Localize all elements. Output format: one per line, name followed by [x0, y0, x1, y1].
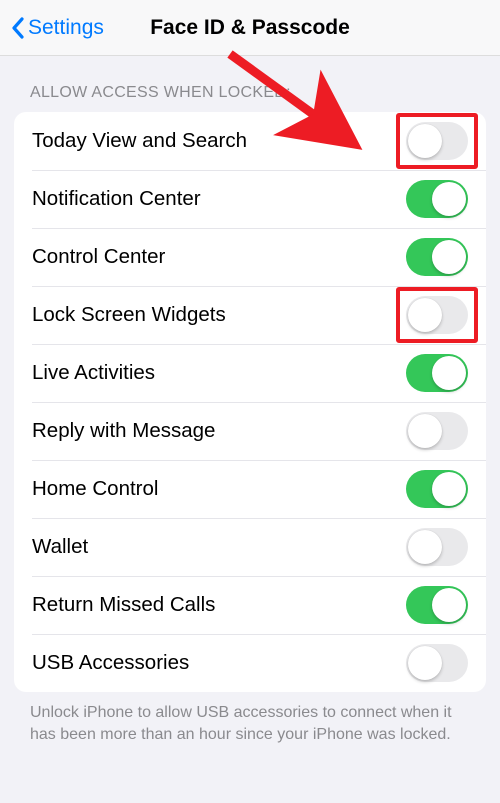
toggle-knob — [432, 182, 466, 216]
chevron-left-icon — [10, 16, 26, 40]
settings-row: Control Center — [14, 228, 486, 286]
section-header-allow-access: ALLOW ACCESS WHEN LOCKED: — [0, 78, 500, 112]
toggle-switch[interactable] — [406, 122, 468, 160]
toggle-knob — [408, 124, 442, 158]
toggle-switch[interactable] — [406, 296, 468, 334]
toggle-switch[interactable] — [406, 470, 468, 508]
row-label: Lock Screen Widgets — [32, 303, 226, 327]
row-label: USB Accessories — [32, 651, 189, 675]
toggle-switch[interactable] — [406, 354, 468, 392]
settings-row: Today View and Search — [14, 112, 486, 170]
toggle-knob — [408, 530, 442, 564]
page-title: Face ID & Passcode — [150, 16, 350, 40]
row-label: Notification Center — [32, 187, 201, 211]
toggle-switch[interactable] — [406, 412, 468, 450]
toggle-switch[interactable] — [406, 238, 468, 276]
back-button[interactable]: Settings — [0, 16, 104, 40]
settings-row: Live Activities — [14, 344, 486, 402]
toggle-switch[interactable] — [406, 180, 468, 218]
settings-row: Notification Center — [14, 170, 486, 228]
row-label: Home Control — [32, 477, 158, 501]
section-footer-usb: Unlock iPhone to allow USB accessories t… — [0, 692, 500, 745]
row-label: Return Missed Calls — [32, 593, 215, 617]
row-label: Live Activities — [32, 361, 155, 385]
toggle-switch[interactable] — [406, 644, 468, 682]
toggle-knob — [432, 472, 466, 506]
row-label: Today View and Search — [32, 129, 247, 153]
row-label: Reply with Message — [32, 419, 215, 443]
settings-row: Wallet — [14, 518, 486, 576]
toggle-knob — [408, 414, 442, 448]
toggle-knob — [432, 588, 466, 622]
toggle-switch[interactable] — [406, 528, 468, 566]
settings-row: Reply with Message — [14, 402, 486, 460]
toggle-switch[interactable] — [406, 586, 468, 624]
settings-row: USB Accessories — [14, 634, 486, 692]
content: ALLOW ACCESS WHEN LOCKED: Today View and… — [0, 56, 500, 745]
row-label: Control Center — [32, 245, 165, 269]
settings-row: Return Missed Calls — [14, 576, 486, 634]
toggle-knob — [432, 356, 466, 390]
settings-row: Lock Screen Widgets — [14, 286, 486, 344]
back-label: Settings — [28, 16, 104, 40]
toggle-knob — [432, 240, 466, 274]
toggle-knob — [408, 298, 442, 332]
toggle-knob — [408, 646, 442, 680]
settings-row: Home Control — [14, 460, 486, 518]
settings-list: Today View and Search Notification Center… — [14, 112, 486, 692]
row-label: Wallet — [32, 535, 88, 559]
navigation-bar: Settings Face ID & Passcode — [0, 0, 500, 56]
